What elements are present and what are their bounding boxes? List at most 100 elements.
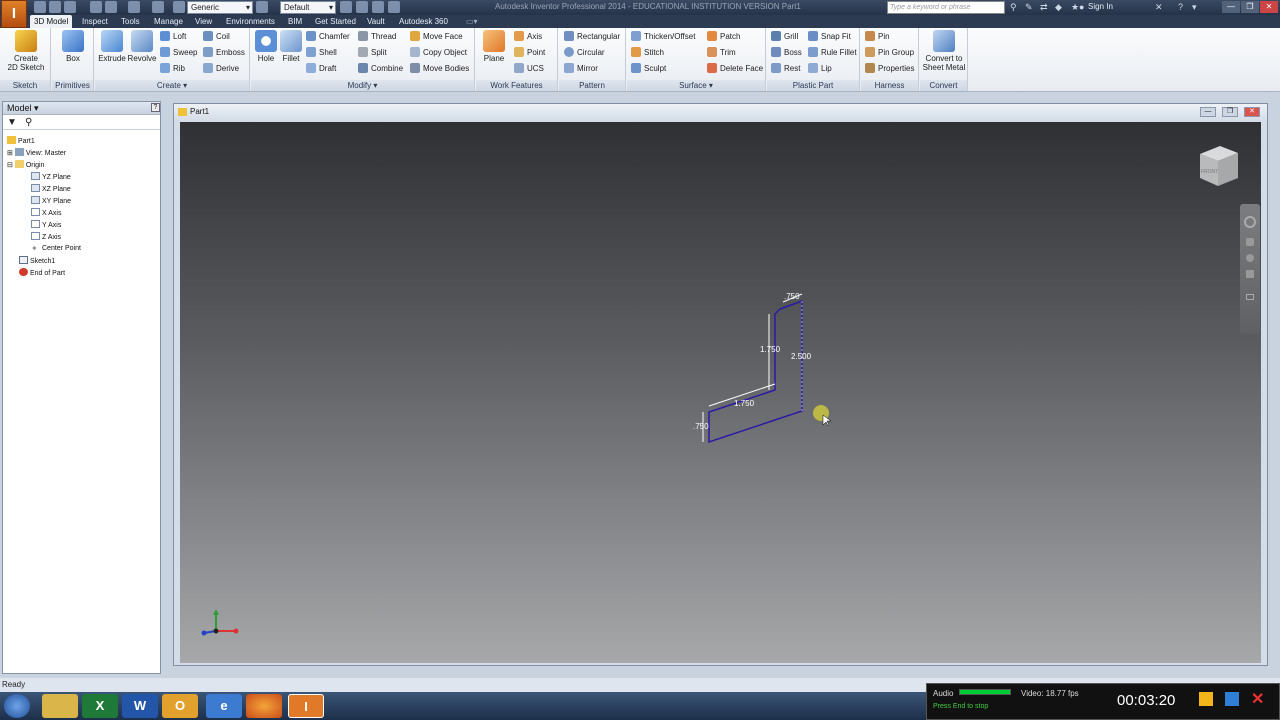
communication-icon[interactable]: ◆ bbox=[1055, 2, 1062, 13]
patch-button[interactable]: Patch bbox=[707, 31, 740, 45]
minimize-button[interactable]: — bbox=[1222, 1, 1240, 13]
dimension-middle[interactable]: 1.750 bbox=[734, 399, 754, 408]
binoculars-icon[interactable]: ⚲ bbox=[1010, 2, 1017, 13]
tree-item-z-axis[interactable]: Z Axis bbox=[31, 232, 61, 243]
rectangular-pattern-button[interactable]: Rectangular bbox=[564, 31, 620, 45]
tab-inspect[interactable]: Inspect bbox=[82, 15, 108, 28]
help-icon[interactable]: ? bbox=[1178, 2, 1183, 12]
doc-minimize-button[interactable]: — bbox=[1200, 107, 1216, 117]
axis-button[interactable]: Axis bbox=[514, 31, 542, 45]
tree-item-yz-plane[interactable]: YZ Plane bbox=[31, 172, 71, 183]
stitch-button[interactable]: Stitch bbox=[631, 47, 664, 61]
lip-button[interactable]: Lip bbox=[808, 63, 832, 77]
select-icon[interactable] bbox=[152, 1, 164, 13]
view-cube[interactable]: FRONT bbox=[1194, 144, 1240, 188]
browser-help-icon[interactable]: ? bbox=[151, 103, 160, 112]
create-2d-sketch-button[interactable]: Create 2D Sketch bbox=[4, 30, 48, 72]
new-icon[interactable] bbox=[34, 1, 46, 13]
pin-button[interactable]: Pin bbox=[865, 31, 890, 45]
open-icon[interactable] bbox=[49, 1, 61, 13]
shell-button[interactable]: Shell bbox=[306, 47, 337, 61]
tab-3d-model[interactable]: 3D Model bbox=[30, 15, 73, 28]
snap-fit-button[interactable]: Snap Fit bbox=[808, 31, 851, 45]
start-button[interactable] bbox=[4, 694, 30, 718]
tab-manage[interactable]: Manage bbox=[154, 15, 183, 28]
pin-group-button[interactable]: Pin Group bbox=[865, 47, 914, 61]
sculpt-button[interactable]: Sculpt bbox=[631, 63, 666, 77]
rib-button[interactable]: Rib bbox=[160, 63, 185, 77]
taskbar-internet-explorer[interactable]: e bbox=[206, 694, 242, 718]
dimension-right-vertical[interactable]: 2.500 bbox=[791, 352, 811, 361]
mirror-button[interactable]: Mirror bbox=[564, 63, 598, 77]
doc-restore-button[interactable]: ❐ bbox=[1222, 107, 1238, 117]
hole-button[interactable]: Hole bbox=[253, 30, 279, 63]
application-menu-button[interactable]: I bbox=[1, 0, 27, 28]
color-icon[interactable] bbox=[356, 1, 368, 13]
chevron-down-icon[interactable]: ▾ bbox=[1192, 2, 1197, 13]
restore-button[interactable]: ❐ bbox=[1241, 1, 1259, 13]
taskbar-inventor[interactable]: I bbox=[288, 694, 324, 718]
find-icon[interactable]: ⚲ bbox=[25, 117, 32, 128]
undo-icon[interactable] bbox=[90, 1, 102, 13]
orbit-icon[interactable] bbox=[1246, 270, 1254, 278]
emboss-button[interactable]: Emboss bbox=[203, 47, 245, 61]
rule-fillet-button[interactable]: Rule Fillet bbox=[808, 47, 857, 61]
favorites-icon[interactable]: ★ bbox=[1071, 2, 1079, 13]
graphics-viewport[interactable]: FRONT .750 1.750 2.500 1.750 .750 bbox=[180, 122, 1261, 663]
tree-item-origin[interactable]: ⊟ Origin bbox=[7, 160, 45, 171]
tools-icon[interactable]: ✎ bbox=[1025, 2, 1033, 13]
fx-icon[interactable] bbox=[372, 1, 384, 13]
tree-item-y-axis[interactable]: Y Axis bbox=[31, 220, 61, 231]
plane-button[interactable]: Plane bbox=[480, 30, 508, 63]
loft-button[interactable]: Loft bbox=[160, 31, 186, 45]
tab-tools[interactable]: Tools bbox=[121, 15, 140, 28]
extrude-button[interactable]: Extrude bbox=[97, 30, 127, 63]
return-icon[interactable] bbox=[128, 1, 140, 13]
tree-item-end-of-part[interactable]: End of Part bbox=[19, 268, 65, 279]
taskbar-explorer[interactable] bbox=[42, 694, 78, 718]
tree-item-xy-plane[interactable]: XY Plane bbox=[31, 196, 71, 207]
update-icon[interactable] bbox=[388, 1, 400, 13]
box-button[interactable]: Box bbox=[60, 30, 86, 63]
harness-properties-button[interactable]: Properties bbox=[865, 63, 914, 77]
sign-in-link[interactable]: Sign In bbox=[1088, 2, 1113, 11]
trim-button[interactable]: Trim bbox=[707, 47, 736, 61]
tab-environments[interactable]: Environments bbox=[226, 15, 275, 28]
tab-autodesk-360[interactable]: Autodesk 360 bbox=[399, 15, 448, 28]
draft-button[interactable]: Draft bbox=[306, 63, 336, 77]
dimension-top[interactable]: .750 bbox=[784, 292, 800, 301]
redo-icon[interactable] bbox=[105, 1, 117, 13]
tree-item-center-point[interactable]: ✦ Center Point bbox=[31, 244, 81, 254]
move-bodies-button[interactable]: Move Bodies bbox=[410, 63, 469, 77]
measure-icon[interactable] bbox=[340, 1, 352, 13]
stop-button[interactable] bbox=[1225, 692, 1239, 706]
doc-close-button[interactable]: ✕ bbox=[1244, 107, 1260, 117]
dimension-left-vertical[interactable]: 1.750 bbox=[760, 345, 780, 354]
exchange-icon[interactable]: ⇄ bbox=[1040, 2, 1048, 13]
tree-item-view-master[interactable]: ⊞ View: Master bbox=[7, 148, 66, 159]
taskbar-word[interactable]: W bbox=[122, 694, 158, 718]
boss-button[interactable]: Boss bbox=[771, 47, 802, 61]
chamfer-button[interactable]: Chamfer bbox=[306, 31, 350, 45]
dimension-bottom[interactable]: .750 bbox=[693, 422, 709, 431]
split-button[interactable]: Split bbox=[358, 47, 387, 61]
thread-button[interactable]: Thread bbox=[358, 31, 396, 45]
revolve-button[interactable]: Revolve bbox=[127, 30, 157, 63]
sweep-button[interactable]: Sweep bbox=[160, 47, 197, 61]
derive-button[interactable]: Derive bbox=[203, 63, 239, 77]
close-recorder-icon[interactable]: ✕ bbox=[1251, 689, 1264, 709]
copy-object-button[interactable]: Copy Object bbox=[410, 47, 467, 61]
tree-item-sketch1[interactable]: Sketch1 bbox=[19, 256, 55, 267]
tree-item-x-axis[interactable]: X Axis bbox=[31, 208, 61, 219]
circular-pattern-button[interactable]: Circular bbox=[564, 47, 605, 61]
material-select[interactable]: Generic bbox=[187, 1, 253, 14]
tree-item-part1[interactable]: Part1 bbox=[7, 136, 35, 147]
pause-button[interactable] bbox=[1199, 692, 1213, 706]
appearance-select[interactable]: Default bbox=[280, 1, 336, 14]
tab-get-started[interactable]: Get Started bbox=[315, 15, 356, 28]
tab-bim[interactable]: BIM bbox=[288, 15, 302, 28]
search-input[interactable]: Type a keyword or phrase bbox=[887, 1, 1005, 14]
move-face-button[interactable]: Move Face bbox=[410, 31, 463, 45]
look-at-icon[interactable] bbox=[1246, 294, 1254, 300]
taskbar-outlook[interactable]: O bbox=[162, 694, 198, 718]
